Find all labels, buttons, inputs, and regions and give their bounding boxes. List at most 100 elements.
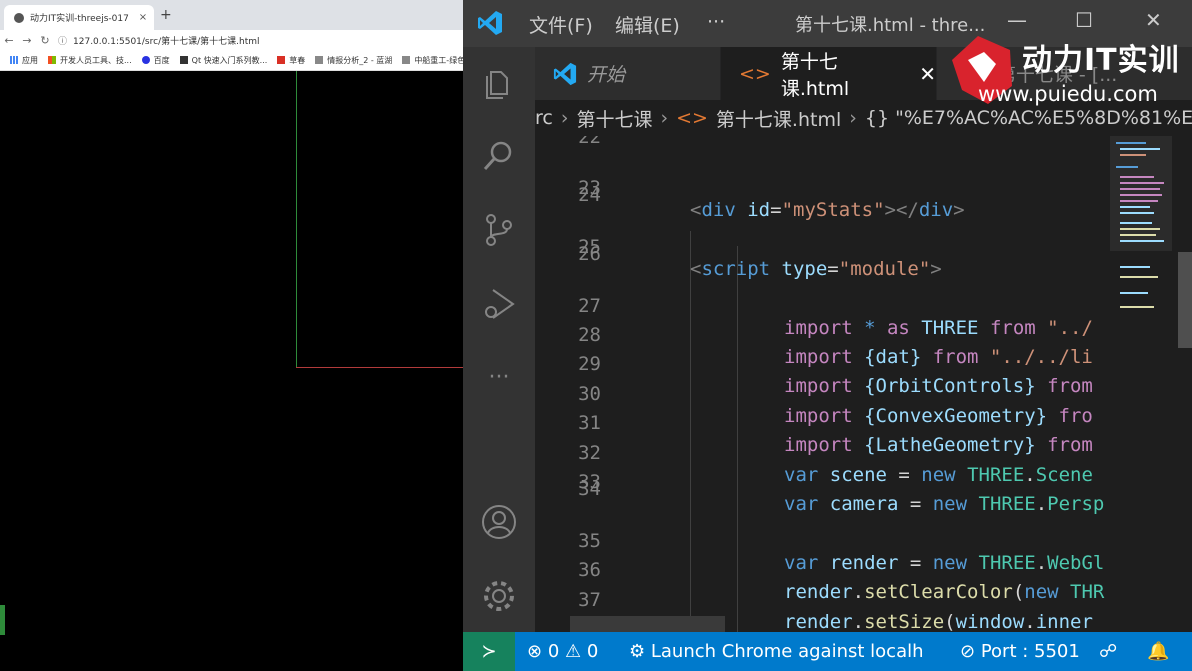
bookmark-mail[interactable]: 草春 [277,55,305,66]
remote-icon: ≻ [481,641,497,662]
code-line: 35 var render = new THREE.WebGl [578,530,1105,574]
code-line: 37 render.setSize(window.inner [578,589,1093,632]
code-editor[interactable]: 22 23 <div id="myStats"></div> 24 25 <sc… [535,136,1110,632]
menu-file[interactable]: 文件(F) [529,11,593,38]
bookmark-devtools[interactable]: 开发人员工具、技... [48,55,132,66]
bookmarks-bar: 应用 开发人员工具、技... 百度 Qt 快速入门系列教... 草春 情报分析_… [0,50,463,71]
back-icon[interactable]: ← [0,34,18,47]
doc-icon [179,56,188,64]
minimap-line [1120,222,1152,224]
breadcrumb-src[interactable]: rc [535,107,553,129]
watermark-url: www.puiedu.com [978,82,1158,106]
run-debug-icon[interactable] [481,286,517,322]
vscode-logo-icon [553,62,577,85]
bookmark-qt[interactable]: Qt 快速入门系列教... [179,55,267,66]
minimap-line [1120,154,1146,156]
chevron-right-icon: › [560,107,569,129]
code-line: 34 [578,478,601,500]
code-line: 30 import {ConvexGeometry} fro [578,383,1093,427]
minimap-line [1120,276,1158,278]
code-line: 25 <script type="module"> [578,236,942,280]
debug-launch-config[interactable]: ⚙ Launch Chrome against localh [629,641,924,662]
explorer-icon[interactable] [481,64,517,100]
minimap-line [1120,176,1154,178]
vscode-logo-icon [478,11,502,35]
code-line: 23 <div id="myStats"></div> [578,177,965,221]
code-line: 22 [578,136,601,148]
bookmark-apps[interactable]: 应用 [10,55,38,66]
axis-helper-y [296,71,297,368]
chevron-right-icon: › [849,107,857,129]
warning-icon: ⚠ [565,641,582,662]
problems-indicator[interactable]: ⊗ 0 ⚠ 0 [527,641,598,662]
apps-grid-icon [10,56,18,64]
bookmark-baidu[interactable]: 百度 [141,55,170,66]
menu-more[interactable]: ··· [707,11,725,33]
status-bar: ≻ ⊗ 0 ⚠ 0 ⚙ Launch Chrome against localh… [463,632,1192,671]
close-window-icon[interactable]: ✕ [1145,8,1162,32]
forward-icon[interactable]: → [18,34,36,47]
code-line: 26 [578,243,601,265]
browser-window: 动力IT实训-threejs-017 × + ← → ↻ ⓘ 127.0.0.1… [0,0,463,671]
minimap-line [1120,200,1158,202]
new-tab-button[interactable]: + [160,7,172,23]
address-bar[interactable]: 127.0.0.1:5501/src/第十七课/第十七课.html [73,34,259,47]
watermark-brand: 动力IT实训 [1022,43,1180,78]
baidu-paw-icon [141,56,150,64]
minimap-line [1120,212,1154,214]
breadcrumb-folder[interactable]: 第十七课 [576,105,652,132]
gear-icon[interactable] [481,578,517,614]
close-tab-icon[interactable]: ✕ [919,62,936,86]
breadcrumb-symbol[interactable]: {} "%E7%AC%AC%E5%8D%81%E4% [865,107,1192,129]
close-tab-icon[interactable]: × [136,12,150,23]
debug-icon: ⚙ [629,641,646,662]
remote-indicator[interactable]: ≻ [463,632,515,671]
minimap-line [1116,166,1138,168]
search-icon[interactable] [481,138,517,174]
breadcrumb-file[interactable]: 第十七课.html [716,105,841,132]
bookmark-lanhu[interactable]: 情报分析_2 - 蓝湖 [315,55,392,66]
browser-tab-title: 动力IT实训-threejs-017 [30,14,129,24]
browser-tab[interactable]: 动力IT实训-threejs-017 × [4,5,154,30]
code-line: 29 import {OrbitControls} from [578,353,1093,397]
menu-edit[interactable]: 编辑(E) [615,11,680,38]
html-file-icon: <> [739,62,771,85]
tab-start[interactable]: 开始 [535,47,720,100]
minimize-icon[interactable]: — [1007,8,1027,32]
reload-icon[interactable]: ↻ [36,34,54,47]
maximize-icon[interactable]: ☐ [1075,8,1093,32]
minimap-line [1120,194,1162,196]
minimap-line [1120,240,1164,242]
code-line: 32 var scene = new THREE.Scene [578,442,1093,486]
mail-icon [277,56,286,64]
bookmark-csic[interactable]: 中船重工-绿色 [402,55,463,66]
minimap-line [1116,142,1146,144]
bell-icon[interactable]: 🔔 [1147,641,1169,662]
chevron-right-icon: › [660,107,669,129]
code-line: 36 render.setClearColor(new THR [578,559,1105,603]
minimap-line [1120,228,1160,230]
minimap-line [1120,148,1160,150]
horizontal-scrollbar[interactable] [570,616,725,632]
globe-icon [14,12,24,23]
source-control-icon[interactable] [481,212,517,248]
more-icon[interactable]: ··· [481,365,517,401]
minimap-line [1120,206,1150,208]
feedback-icon[interactable]: ☍ [1099,641,1117,662]
code-line: 33 var camera = new THREE.Persp [578,471,1105,515]
minimap-line [1120,266,1150,268]
browser-toolbar: ← → ↻ ⓘ 127.0.0.1:5501/src/第十七课/第十七课.htm… [0,30,463,50]
html-file-icon: <> [676,107,708,129]
account-icon[interactable] [481,504,517,540]
webgl-canvas[interactable] [0,71,463,671]
doc-icon [315,56,324,64]
live-server-port[interactable]: ⊘ Port : 5501 [960,641,1080,662]
minimap-line [1120,292,1148,294]
activity-bar: ··· [463,47,535,632]
site-info-icon[interactable]: ⓘ [58,34,67,47]
minimap[interactable] [1110,136,1192,632]
tab-lesson17-html[interactable]: <> 第十七课.html ✕ [721,47,936,100]
code-line: 28 import {dat} from "../../li [578,324,1093,368]
vertical-scrollbar[interactable] [1178,252,1192,348]
browser-tabstrip: 动力IT实训-threejs-017 × + [0,0,463,30]
